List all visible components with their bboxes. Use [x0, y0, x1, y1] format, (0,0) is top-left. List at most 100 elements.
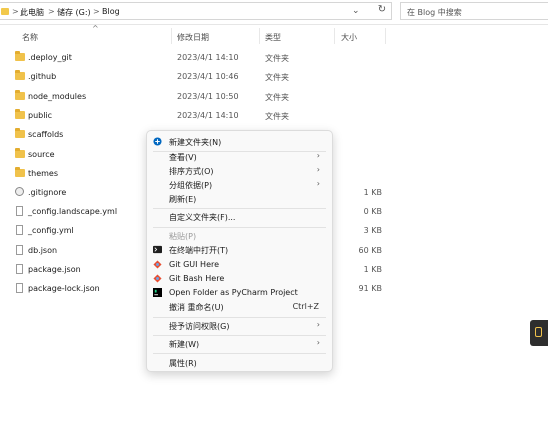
file-row[interactable]: .deploy_git 2023/4/1 14:10 文件夹 — [0, 49, 392, 68]
address-box[interactable]: > 此电脑 > 储存 (G:) > Blog ⌄ — [0, 2, 392, 20]
menu-item-label: Git GUI Here — [169, 260, 220, 269]
breadcrumb-this-pc[interactable]: 此电脑 — [20, 7, 44, 18]
pycharm-icon — [153, 288, 162, 297]
document-icon — [16, 283, 23, 293]
menu-item-git-gui[interactable]: Git GUI Here — [147, 258, 332, 272]
menu-divider — [153, 317, 326, 318]
address-bar: > 此电脑 > 储存 (G:) > Blog ⌄ ↻ 在 Blog 中搜索 — [0, 0, 548, 25]
chevron-right-icon: › — [316, 179, 320, 188]
file-size: 0 KB — [363, 207, 382, 216]
file-row[interactable]: node_modules 2023/4/1 10:50 文件夹 — [0, 88, 392, 107]
column-header-type[interactable]: 类型 — [265, 32, 281, 43]
menu-item-undo[interactable]: 撤消 重命名(U) Ctrl+Z — [147, 300, 332, 314]
file-size: 1 KB — [363, 265, 382, 274]
file-name: node_modules — [28, 92, 87, 101]
breadcrumb-blog[interactable]: Blog — [102, 7, 120, 16]
menu-item-label: 在终端中打开(T) — [169, 246, 229, 255]
git-gui-icon — [153, 260, 162, 269]
side-widget-button[interactable] — [530, 320, 548, 346]
file-date: 2023/4/1 14:10 — [177, 53, 239, 62]
column-header-date[interactable]: 修改日期 — [177, 32, 209, 43]
menu-item-group[interactable]: 分组依据(P) › — [147, 178, 332, 192]
breadcrumb-separator: > — [12, 7, 19, 16]
menu-item-access[interactable]: 授予访问权限(G) › — [147, 319, 332, 333]
column-divider[interactable] — [334, 28, 335, 44]
chevron-down-icon[interactable]: ⌄ — [352, 6, 360, 16]
search-input[interactable]: 在 Blog 中搜索 — [400, 2, 548, 20]
menu-item-label: 分组依据(P) — [169, 181, 213, 190]
cup-icon — [535, 327, 542, 337]
refresh-icon[interactable]: ↻ — [374, 2, 390, 18]
column-divider[interactable] — [385, 28, 386, 44]
menu-item-label: Open Folder as PyCharm Project — [169, 288, 298, 297]
breadcrumb-drive[interactable]: 储存 (G:) — [57, 7, 91, 18]
menu-item-label: 新建文件夹(N) — [169, 138, 222, 147]
file-name: public — [28, 111, 53, 120]
file-row[interactable]: public 2023/4/1 14:10 文件夹 — [0, 107, 392, 126]
terminal-icon — [153, 245, 162, 254]
menu-divider — [153, 353, 326, 354]
folder-icon — [15, 148, 25, 158]
menu-item-pycharm[interactable]: Open Folder as PyCharm Project — [147, 286, 332, 300]
git-bash-icon — [153, 274, 162, 283]
document-icon — [16, 225, 23, 235]
column-divider[interactable] — [171, 28, 172, 44]
file-date: 2023/4/1 14:10 — [177, 111, 239, 120]
chevron-right-icon: › — [316, 165, 320, 174]
column-divider[interactable] — [259, 28, 260, 44]
file-type: 文件夹 — [265, 54, 289, 63]
menu-item-new[interactable]: 新建(W) › — [147, 337, 332, 351]
menu-item-git-bash[interactable]: Git Bash Here — [147, 272, 332, 286]
menu-divider — [153, 227, 326, 228]
file-type: 文件夹 — [265, 73, 289, 82]
file-size: 1 KB — [363, 188, 382, 197]
new-folder-icon — [153, 137, 162, 146]
menu-item-label: 授予访问权限(G) — [169, 322, 230, 331]
folder-icon — [15, 70, 25, 80]
menu-item-label: 粘贴(P) — [169, 232, 197, 241]
menu-item-customize[interactable]: 自定义文件夹(F)... — [147, 210, 332, 224]
menu-item-new-folder[interactable]: 新建文件夹(N) — [147, 135, 332, 149]
file-size: 91 KB — [358, 284, 382, 293]
file-date: 2023/4/1 10:46 — [177, 72, 239, 81]
folder-icon — [15, 90, 25, 100]
document-icon — [16, 245, 23, 255]
file-type: 文件夹 — [265, 112, 289, 121]
menu-item-properties[interactable]: 属性(R) — [147, 356, 332, 370]
file-size: 3 KB — [363, 226, 382, 235]
breadcrumb-separator: > — [48, 7, 55, 16]
menu-item-label: 查看(V) — [169, 153, 197, 162]
menu-divider — [153, 208, 326, 209]
chevron-right-icon: › — [316, 151, 320, 160]
menu-item-paste: 粘贴(P) — [147, 229, 332, 243]
search-placeholder: 在 Blog 中搜索 — [407, 8, 462, 17]
file-name: themes — [28, 169, 59, 178]
folder-icon — [15, 51, 25, 61]
context-menu: 新建文件夹(N) 查看(V) › 排序方式(O) › 分组依据(P) › 刷新(… — [146, 130, 333, 372]
file-name: package-lock.json — [28, 284, 100, 293]
menu-item-open-terminal[interactable]: 在终端中打开(T) — [147, 243, 332, 257]
file-name: scaffolds — [28, 130, 64, 139]
breadcrumb-separator: > — [93, 7, 100, 16]
document-icon — [16, 264, 23, 274]
menu-item-label: 新建(W) — [169, 340, 200, 349]
column-header-name[interactable]: 名称 — [22, 32, 38, 43]
folder-icon — [15, 109, 25, 119]
file-name: _config.landscape.yml — [28, 207, 118, 216]
file-name: package.json — [28, 265, 81, 274]
file-type: 文件夹 — [265, 93, 289, 102]
menu-item-sort[interactable]: 排序方式(O) › — [147, 164, 332, 178]
chevron-right-icon: › — [316, 320, 320, 329]
file-name: .deploy_git — [28, 53, 72, 62]
menu-item-label: 排序方式(O) — [169, 167, 214, 176]
column-header-size[interactable]: 大小 — [341, 32, 357, 43]
menu-item-view[interactable]: 查看(V) › — [147, 150, 332, 164]
folder-icon — [15, 167, 25, 177]
menu-item-refresh[interactable]: 刷新(E) — [147, 192, 332, 206]
file-name: _config.yml — [28, 226, 74, 235]
menu-item-label: Git Bash Here — [169, 274, 225, 283]
file-row[interactable]: .github 2023/4/1 10:46 文件夹 — [0, 68, 392, 87]
file-name: .gitignore — [28, 188, 67, 197]
menu-item-label: 自定义文件夹(F)... — [169, 213, 236, 222]
menu-divider — [153, 335, 326, 336]
